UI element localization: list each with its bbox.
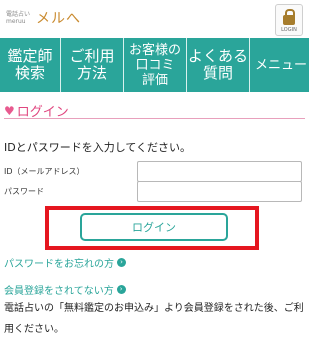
chevron-right-icon: › [116,285,126,294]
nav-item-reviews[interactable]: お客様の 口コミ 評価 [124,38,187,92]
forgot-password-link[interactable]: パスワードをお忘れの方 › [4,255,126,270]
register-text: 会員登録をされてない方 [4,286,114,297]
login-instructions: IDとパスワードを入力してください。 [4,141,192,154]
login-icon-label: LOGIN [281,27,297,33]
id-input[interactable] [137,161,302,182]
password-label: パスワード [4,187,44,196]
main-nav: 鑑定師 検索 ご利用 方法 お客様の 口コミ 評価 よくある 質問 メニュー [0,38,309,92]
site-logo[interactable]: 電話占い meruu メルへ [6,8,81,28]
logo-tagline: 電話占い meruu [6,11,31,25]
nav-item-search[interactable]: 鑑定師 検索 [0,38,61,92]
forgot-password-text: パスワードをお忘れの方 [4,259,114,270]
lock-body-icon [283,15,295,25]
nav-item-faq[interactable]: よくある 質問 [187,38,250,92]
nav-item-howto[interactable]: ご利用 方法 [61,38,124,92]
register-description: 電話占いの「無料鑑定のお申込み」より会員登録をされた後、ご利用ください。 [4,303,304,335]
nav-item-menu[interactable]: メニュー [250,38,312,92]
password-input[interactable] [137,181,302,202]
chevron-right-icon: › [117,258,126,267]
heart-icon: ♥ [4,103,15,118]
section-divider [4,118,305,119]
id-label: ID（メールアドレス） [4,167,85,176]
logo-wordmark: メルへ [36,11,81,27]
register-link[interactable]: 会員登録をされてない方 › [4,282,126,297]
login-button[interactable]: ログイン [80,213,228,241]
login-lock-button[interactable]: LOGIN [275,4,303,36]
site-header: 電話占い meruu メルへ LOGIN [0,0,309,38]
